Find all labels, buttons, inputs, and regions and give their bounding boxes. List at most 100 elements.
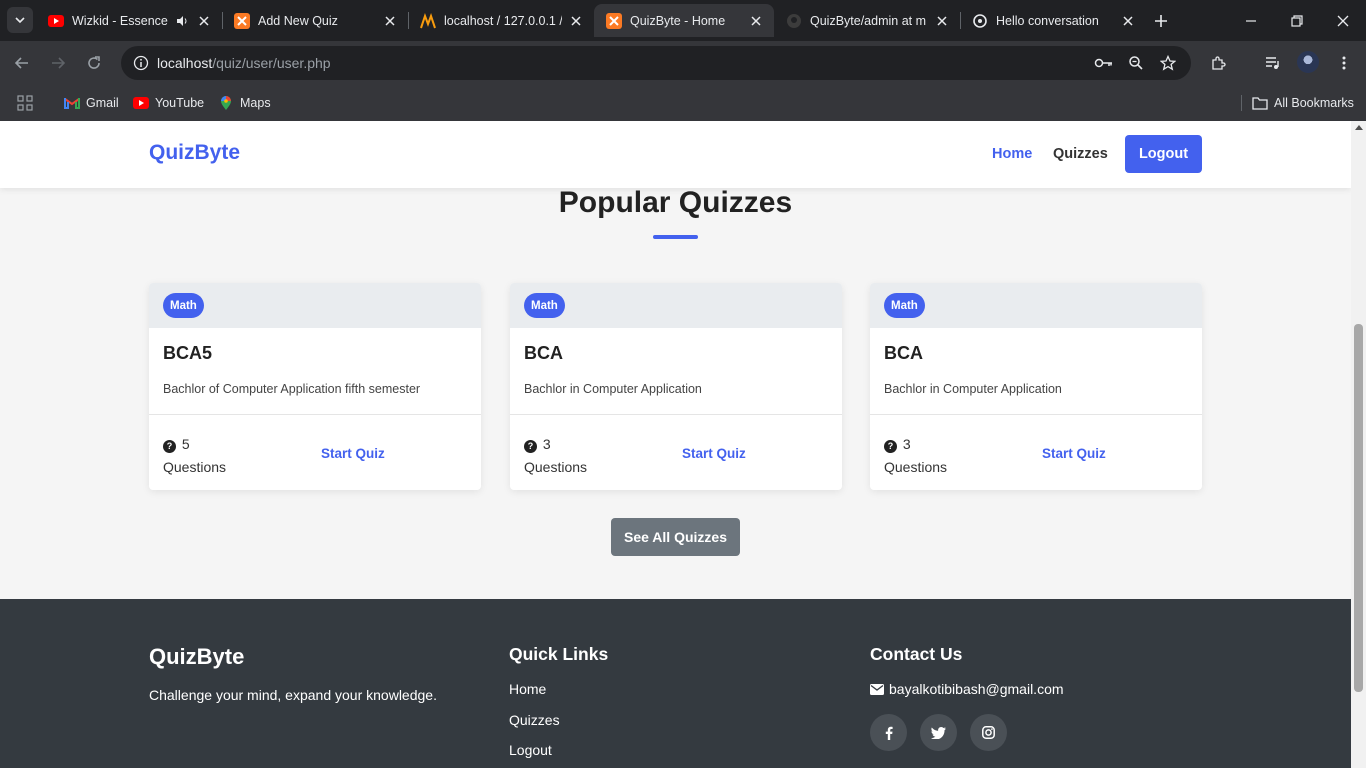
envelope-icon: [870, 683, 884, 695]
browser-tab[interactable]: Hello conversation: [960, 4, 1146, 37]
question-count-label: Questions: [163, 459, 227, 475]
close-icon[interactable]: [748, 13, 764, 29]
forward-button[interactable]: [44, 49, 72, 77]
close-icon[interactable]: [1120, 13, 1136, 29]
password-key-icon[interactable]: [1092, 51, 1116, 75]
card-divider: [149, 414, 481, 415]
site-info-icon[interactable]: [129, 51, 153, 75]
address-bar[interactable]: localhost/quiz/user/user.php: [121, 46, 1191, 80]
bookmark-gmail[interactable]: Gmail: [64, 92, 119, 114]
category-badge: Math: [524, 293, 565, 318]
close-icon: [1337, 15, 1349, 26]
browser-tab-strip: Wizkid - Essence ( Add New Quiz localhos…: [0, 0, 1366, 41]
start-quiz-link[interactable]: Start Quiz: [1042, 446, 1106, 461]
minimize-button[interactable]: [1228, 0, 1274, 41]
start-quiz-link[interactable]: Start Quiz: [682, 446, 746, 461]
tab-search-button[interactable]: [7, 7, 33, 33]
category-badge: Math: [884, 293, 925, 318]
xampp-icon: [606, 12, 622, 29]
scrollbar-thumb[interactable]: [1354, 324, 1363, 692]
question-circle-icon: ?: [884, 440, 897, 453]
back-button[interactable]: [8, 49, 36, 77]
youtube-icon: [48, 13, 64, 29]
twitter-icon: [931, 726, 946, 739]
url-text[interactable]: localhost/quiz/user/user.php: [157, 55, 331, 71]
bookmarks-bar: Gmail YouTube Maps All Bookmarks: [0, 85, 1366, 121]
scroll-up-arrow[interactable]: [1355, 125, 1363, 130]
site-navbar: QuizByte Home Quizzes Logout: [0, 121, 1351, 188]
close-icon[interactable]: [934, 13, 950, 29]
folder-icon: [1252, 95, 1268, 111]
extensions-icon[interactable]: [1204, 49, 1232, 77]
browser-tab[interactable]: QuizByte/admin at m: [774, 4, 960, 37]
all-bookmarks[interactable]: All Bookmarks: [1252, 92, 1354, 114]
question-count: ? 5 Questions: [163, 433, 253, 479]
apps-grid-icon[interactable]: [17, 92, 33, 114]
tab-title: QuizByte/admin at m: [810, 13, 927, 28]
restore-button[interactable]: [1274, 0, 1320, 41]
section-title: Popular Quizzes: [558, 186, 793, 219]
quiz-card: Math BCA5 Bachlor of Computer Applicatio…: [149, 283, 481, 490]
media-control-icon[interactable]: [1258, 49, 1286, 77]
quiz-description: Bachlor in Computer Application: [524, 382, 702, 396]
close-icon[interactable]: [196, 13, 212, 29]
footer-quizzes-link[interactable]: Quizzes: [509, 712, 560, 728]
close-icon[interactable]: [382, 13, 398, 29]
contact-heading: Contact Us: [870, 644, 963, 664]
question-count-label: Questions: [524, 459, 588, 475]
tab-title: Wizkid - Essence (: [72, 13, 168, 28]
youtube-icon: [133, 95, 149, 111]
profile-avatar[interactable]: [1297, 51, 1319, 73]
instagram-button[interactable]: [970, 714, 1007, 751]
bookmark-star-icon[interactable]: [1156, 51, 1180, 75]
logout-button[interactable]: Logout: [1125, 135, 1202, 173]
footer-logout-link[interactable]: Logout: [509, 742, 552, 758]
site-footer: QuizByte Challenge your mind, expand you…: [0, 599, 1351, 768]
bookmark-maps[interactable]: Maps: [218, 92, 271, 114]
tab-title: QuizByte - Home: [630, 13, 726, 28]
gmail-icon: [64, 95, 80, 111]
question-count-number: 3: [542, 436, 551, 452]
nav-quizzes-link[interactable]: Quizzes: [1053, 146, 1108, 162]
new-tab-button[interactable]: [1148, 8, 1174, 34]
github-icon: [786, 13, 802, 29]
quiz-title: BCA5: [163, 343, 213, 363]
page-viewport: QuizByte Home Quizzes Logout Popular Qui…: [0, 121, 1351, 768]
site-logo[interactable]: QuizByte: [149, 141, 240, 165]
start-quiz-link[interactable]: Start Quiz: [321, 446, 385, 461]
see-all-quizzes-button[interactable]: See All Quizzes: [611, 518, 740, 556]
question-circle-icon: ?: [163, 440, 176, 453]
url-path: /quiz/user/user.php: [212, 55, 331, 71]
contact-email[interactable]: bayalkotibibash@gmail.com: [870, 681, 1064, 697]
browser-tab[interactable]: Add New Quiz: [222, 4, 408, 37]
tab-title: Hello conversation: [996, 13, 1099, 28]
card-divider: [870, 414, 1202, 415]
chevron-down-icon: [15, 17, 25, 24]
category-badge: Math: [163, 293, 204, 318]
speaker-icon[interactable]: [174, 13, 190, 29]
close-window-button[interactable]: [1320, 0, 1366, 41]
facebook-button[interactable]: [870, 714, 907, 751]
facebook-icon: [885, 726, 893, 740]
bookmark-label: Maps: [240, 96, 271, 110]
question-count-number: 3: [902, 436, 911, 452]
zoom-icon[interactable]: [1124, 51, 1148, 75]
maps-icon: [218, 95, 234, 111]
minimize-icon: [1246, 19, 1256, 22]
instagram-icon: [982, 726, 995, 739]
url-host: localhost: [157, 55, 213, 71]
browser-tab-active[interactable]: QuizByte - Home: [594, 4, 774, 37]
page-scrollbar[interactable]: [1351, 121, 1366, 768]
browser-tab[interactable]: Wizkid - Essence (: [36, 4, 222, 37]
browser-menu-icon[interactable]: [1330, 49, 1358, 77]
twitter-button[interactable]: [920, 714, 957, 751]
quiz-card-header: Math: [870, 283, 1202, 328]
reload-button[interactable]: [80, 49, 108, 77]
nav-home-link[interactable]: Home: [992, 146, 1032, 162]
close-icon[interactable]: [568, 13, 584, 29]
footer-home-link[interactable]: Home: [509, 681, 546, 697]
bookmark-youtube[interactable]: YouTube: [133, 92, 204, 114]
browser-tab[interactable]: localhost / 127.0.0.1 /: [408, 4, 594, 37]
footer-tagline: Challenge your mind, expand your knowled…: [149, 687, 437, 703]
xampp-icon: [234, 12, 250, 29]
